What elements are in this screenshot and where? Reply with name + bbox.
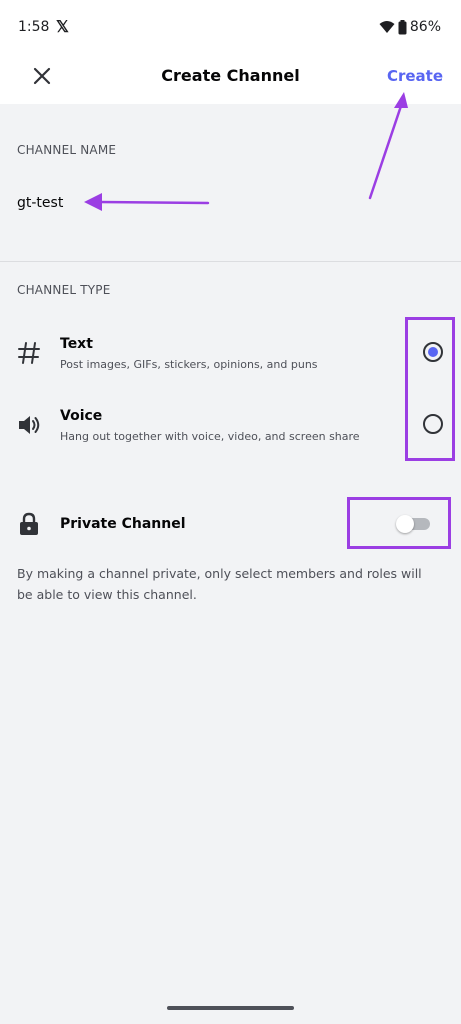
status-time: 1:58	[18, 19, 50, 35]
voice-radio-button[interactable]	[423, 414, 443, 434]
x-app-icon: 𝕏	[56, 19, 69, 36]
channel-type-voice-option[interactable]: Voice Hang out together with voice, vide…	[0, 402, 461, 466]
section-divider	[0, 261, 461, 262]
home-indicator[interactable]	[167, 1006, 294, 1010]
channel-name-input[interactable]	[17, 190, 427, 216]
text-option-title: Text	[60, 336, 93, 352]
top-bar: Create Channel Create	[0, 52, 461, 104]
hash-icon	[18, 342, 40, 364]
channel-type-text-option[interactable]: Text Post images, GIFs, stickers, opinio…	[0, 330, 461, 394]
battery-icon	[398, 19, 407, 34]
private-channel-description: By making a channel private, only select…	[17, 566, 422, 602]
status-bar: 1:58 𝕏 86%	[0, 0, 461, 52]
voice-option-description: Hang out together with voice, video, and…	[60, 430, 360, 443]
arrow-to-create	[368, 92, 408, 200]
lock-icon	[20, 512, 38, 535]
battery-percent: 86%	[409, 19, 441, 35]
channel-type-label: CHANNEL TYPE	[17, 283, 111, 297]
channel-name-label: CHANNEL NAME	[17, 143, 117, 157]
text-option-description: Post images, GIFs, stickers, opinions, a…	[60, 358, 318, 371]
private-channel-toggle[interactable]	[396, 515, 432, 533]
speaker-icon	[19, 416, 40, 434]
text-radio-button[interactable]	[423, 342, 443, 362]
wifi-icon	[379, 21, 395, 33]
create-button[interactable]: Create	[387, 67, 443, 85]
voice-option-title: Voice	[60, 408, 103, 424]
private-channel-title: Private Channel	[60, 516, 186, 532]
status-indicators: 86%	[379, 19, 441, 35]
toggle-thumb	[396, 515, 414, 533]
